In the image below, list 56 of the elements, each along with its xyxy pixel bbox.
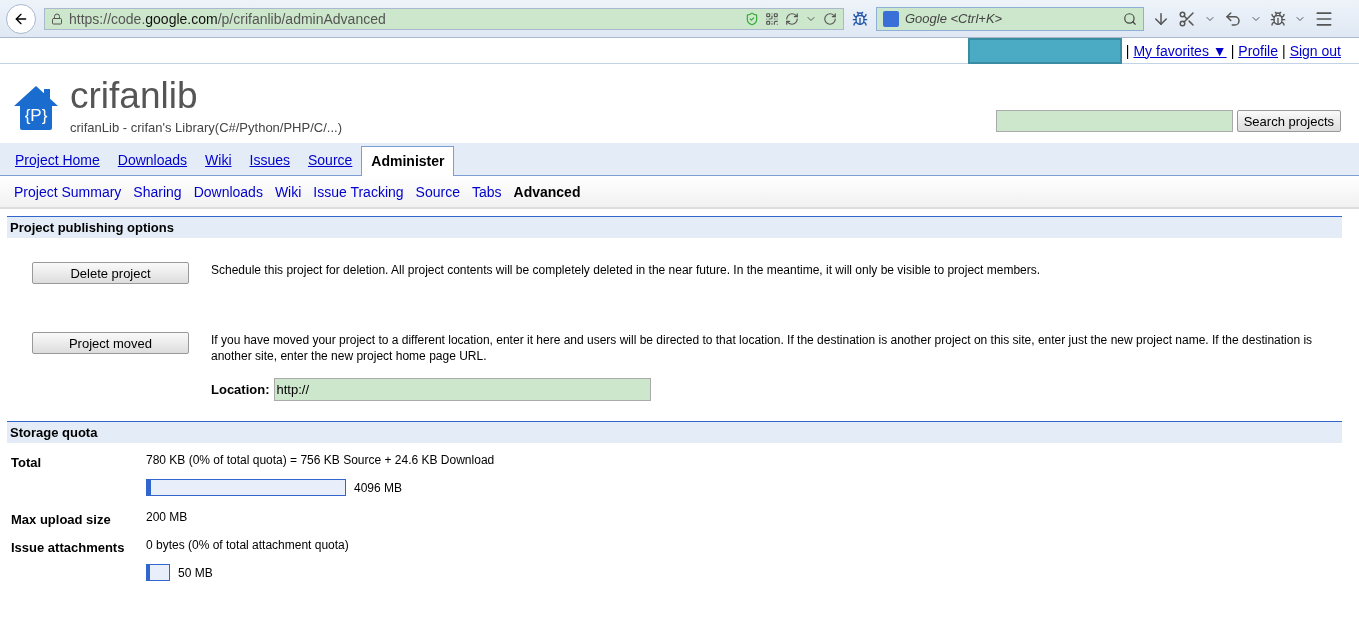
g-icon [883, 10, 899, 27]
tab[interactable]: Issues [240, 146, 299, 175]
subtab[interactable]: Sharing [133, 183, 182, 200]
subtab[interactable]: Wiki [274, 183, 302, 200]
reload-icon[interactable] [823, 11, 837, 26]
quota-value: 0 bytes (0% of total attachment quota) [146, 537, 349, 552]
separator: | [1282, 42, 1286, 59]
undo-icon[interactable] [1224, 9, 1242, 28]
house-logo-icon: {P} [12, 84, 60, 132]
search-field[interactable]: Google <Ctrl+K> [876, 6, 1144, 31]
search-placeholder: Google <Ctrl+K> [905, 11, 1004, 26]
quota-value: 200 MB [146, 509, 188, 524]
bug-icon[interactable] [852, 10, 868, 27]
project-search-field[interactable] [995, 110, 1233, 132]
quota-label: Total [11, 454, 43, 472]
action-button[interactable]: Project moved [32, 332, 189, 354]
quota-limit: 50 MB [178, 565, 213, 580]
section-title: Project publishing options [7, 216, 1342, 238]
quota-limit: 4096 MB [354, 480, 403, 495]
address-bar[interactable]: https://code.google.com/p/crifanlib/adminAdvanced [44, 7, 844, 30]
search-icon [1123, 11, 1137, 26]
user-link[interactable]: Sign out [1289, 42, 1341, 59]
subtab[interactable]: Downloads [193, 183, 263, 200]
refresh-icon[interactable] [785, 11, 799, 26]
tab[interactable]: Project Home [6, 146, 109, 175]
location-field[interactable]: http:// [273, 378, 651, 401]
project-name: crifanlib [70, 76, 199, 116]
subtab[interactable]: Issue Tracking [313, 183, 404, 200]
tab[interactable]: Downloads [108, 146, 197, 175]
search-projects-button[interactable]: Search projects [1236, 110, 1341, 132]
project-summary: crifanLib - crifan's Library(C#/Python/PHP/C/...) [70, 120, 343, 135]
separator: | [1230, 42, 1235, 59]
user-link[interactable]: Profile [1238, 42, 1278, 59]
back-button[interactable] [6, 3, 36, 34]
action-button[interactable]: Delete project [32, 262, 189, 284]
quota-label: Max upload size [11, 511, 112, 528]
tab[interactable]: Source [299, 146, 362, 175]
quota-label: Issue attachments [11, 539, 126, 557]
subtab[interactable]: Source [415, 183, 460, 200]
section-title: Storage quota [7, 421, 1342, 443]
bug-icon[interactable] [1270, 10, 1286, 27]
subtab[interactable]: Tabs [471, 183, 502, 200]
action-description: If you have moved your project to a different location, enter it here and users will be directed to that location. If the destination is another project on this site, enter just the new project name. If the destination is another site, enter the new project home page URL. [211, 332, 1314, 364]
action-description: Schedule this project for deletion. All project contents will be completely deleted in the near future. In the meantime, it will only be visible to project members. [211, 262, 1041, 278]
quota-value: 780 KB (0% of total quota) = 756 KB Source + 24.6 KB Download [146, 452, 495, 467]
qr-code-icon[interactable] [765, 11, 779, 26]
scissors-icon[interactable] [1178, 9, 1196, 28]
tab[interactable]: Administer [361, 146, 455, 176]
location-label: Location: [211, 382, 270, 397]
lock-icon [51, 12, 63, 25]
url-text: https://code.google.com/p/crifanlib/adminAdvanced [69, 10, 387, 27]
subtab[interactable]: Project Summary [14, 183, 122, 200]
subtab[interactable]: Advanced [513, 183, 581, 200]
separator: | [1125, 42, 1130, 59]
user-link[interactable]: My favorites ▼ [1133, 42, 1227, 59]
tab[interactable]: Wiki [196, 146, 241, 175]
